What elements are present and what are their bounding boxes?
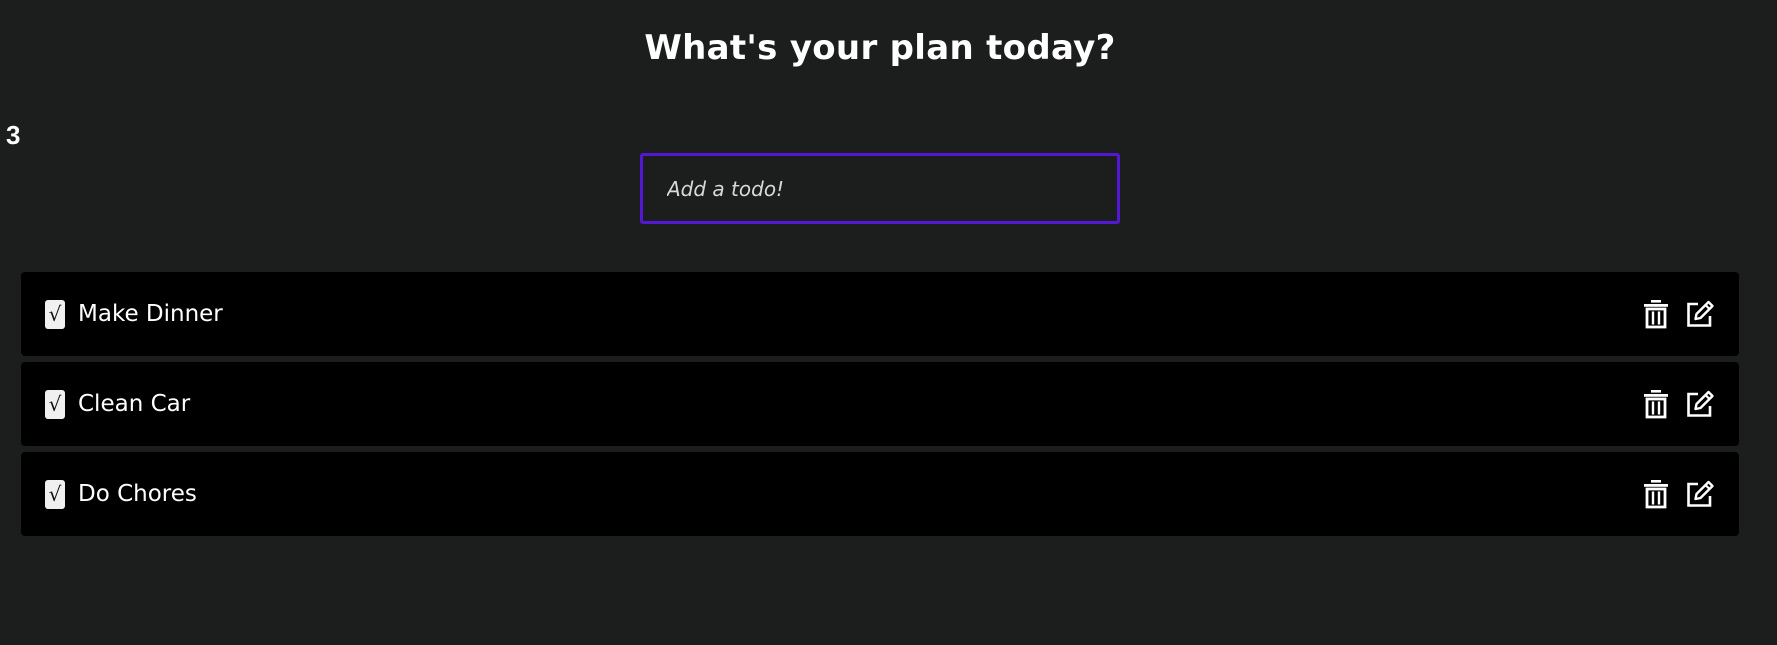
todo-label: Clean Car <box>78 391 191 417</box>
todo-item: √ Make Dinner <box>21 272 1739 356</box>
todo-item: √ Do Chores <box>21 452 1739 536</box>
trash-icon[interactable] <box>1641 478 1671 510</box>
todo-checkbox[interactable]: √ <box>45 479 65 509</box>
add-todo-input[interactable] <box>643 156 1117 221</box>
edit-icon[interactable] <box>1685 478 1715 510</box>
trash-icon[interactable] <box>1641 388 1671 420</box>
todo-actions <box>1641 388 1715 420</box>
todo-checkbox[interactable]: √ <box>45 389 65 419</box>
page-title: What's your plan today? <box>644 28 1116 68</box>
todo-item: √ Clean Car <box>21 362 1739 446</box>
todo-actions <box>1641 298 1715 330</box>
todo-count: 3 <box>6 120 21 150</box>
add-todo-field[interactable] <box>640 153 1120 224</box>
trash-icon[interactable] <box>1641 298 1671 330</box>
edit-icon[interactable] <box>1685 388 1715 420</box>
todo-label: Do Chores <box>78 481 197 507</box>
todo-label: Make Dinner <box>78 301 223 327</box>
todo-list: √ Make Dinner √ Clean Car √ Do Chores <box>21 272 1739 542</box>
todo-actions <box>1641 478 1715 510</box>
todo-checkbox[interactable]: √ <box>45 299 65 329</box>
edit-icon[interactable] <box>1685 298 1715 330</box>
